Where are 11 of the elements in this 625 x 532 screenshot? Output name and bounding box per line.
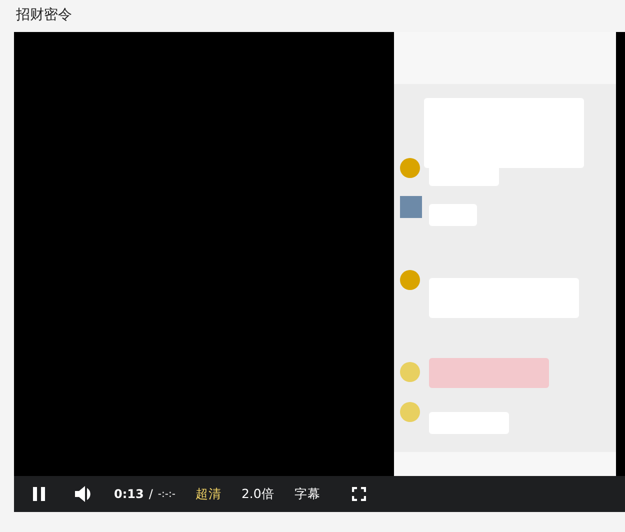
player-option[interactable]: 2.0倍 — [241, 484, 274, 504]
duration: -:-:- — [158, 488, 176, 500]
fullscreen-icon — [352, 487, 366, 501]
player-option[interactable]: 字幕 — [294, 484, 320, 504]
current-time: 0:13 — [114, 487, 144, 501]
time-separator: / — [148, 487, 153, 501]
fullscreen-button[interactable] — [352, 487, 366, 501]
player-option[interactable]: 超清 — [195, 484, 222, 504]
pause-icon — [32, 486, 46, 502]
page-title: 招财密令 — [15, 6, 73, 25]
pause-button[interactable] — [32, 486, 46, 502]
